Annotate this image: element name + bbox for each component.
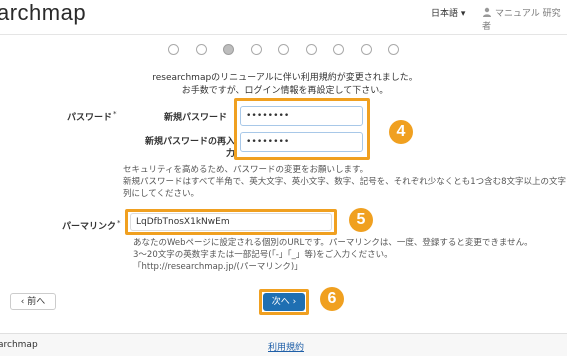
permalink-help-1: あなたのWebページに設定される個別のURLです。パーマリンクは、一度、登録する… bbox=[133, 238, 533, 248]
permalink-label: パーマリンク* bbox=[62, 219, 121, 232]
new-password-input[interactable]: •••••••• bbox=[240, 106, 363, 126]
user-icon bbox=[483, 7, 491, 17]
password-label: パスワード* bbox=[67, 110, 117, 123]
password-help-3: 列にしてください。 bbox=[123, 189, 199, 199]
password-help-2: 新規パスワードはすべて半角で、英大文字、英小文字、数字、記号を、それぞれ少なくと… bbox=[123, 177, 567, 187]
step-badge-5: 5 bbox=[349, 208, 373, 232]
step-dot bbox=[278, 44, 289, 55]
user-menu[interactable]: マニュアル 研究者 bbox=[482, 6, 567, 32]
step-dot bbox=[250, 44, 262, 55]
step-dot bbox=[388, 44, 399, 55]
step-dot bbox=[168, 44, 179, 55]
permalink-input[interactable]: LqDfbTnosX1kNwEm bbox=[130, 213, 332, 231]
next-button[interactable]: 次へ › bbox=[263, 293, 305, 311]
site-logo[interactable]: archmap bbox=[0, 0, 86, 26]
step-dot bbox=[223, 44, 234, 55]
notice-line-1: researchmapのリニューアルに伴い利用規約が変更されました。 bbox=[152, 73, 418, 83]
user-name: マニュアル 研究者 bbox=[482, 9, 561, 32]
permalink-help-3: 「http://researchmap.jp/(パーマリンク)」 bbox=[133, 262, 303, 272]
confirm-password-label: 新規パスワードの再入力 bbox=[144, 137, 235, 159]
step-dot bbox=[195, 44, 207, 55]
terms-link[interactable]: 利用規約 bbox=[268, 340, 304, 353]
footer-logo: archmap bbox=[0, 340, 38, 350]
step-badge-6: 6 bbox=[320, 287, 344, 311]
step-dot bbox=[360, 44, 372, 55]
new-password-label: 新規パスワード bbox=[164, 113, 228, 123]
step-dot bbox=[333, 44, 344, 55]
confirm-password-input[interactable]: •••••••• bbox=[240, 132, 363, 152]
language-selector[interactable]: 日本語 ▾ bbox=[431, 6, 465, 19]
notice-line-2: お手数ですが、ログイン情報を再設定して下さい。 bbox=[181, 86, 389, 96]
permalink-help-2: 3～20文字の英数字または一部記号(「-」「_」等)をご入力ください。 bbox=[133, 250, 393, 260]
step-badge-4: 4 bbox=[389, 120, 413, 144]
password-help-1: セキュリティを高めるため、パスワードの変更をお願いします。 bbox=[123, 165, 369, 175]
back-button[interactable]: ‹ 前へ bbox=[10, 293, 56, 310]
step-indicator bbox=[168, 44, 403, 56]
step-dot bbox=[305, 44, 317, 55]
